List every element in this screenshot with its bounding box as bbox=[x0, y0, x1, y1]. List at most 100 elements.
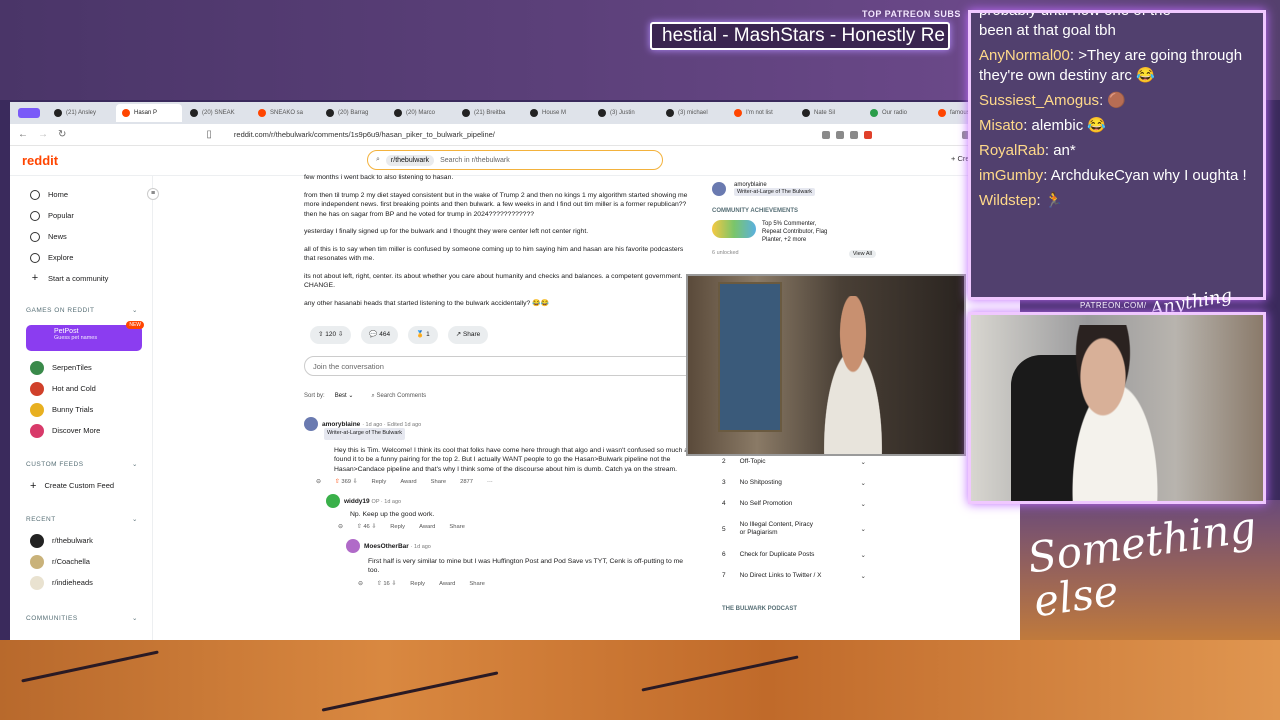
tab-active[interactable]: Hasan P bbox=[116, 104, 182, 122]
comment-author[interactable]: MoesOtherBar bbox=[364, 542, 409, 549]
poster-image bbox=[718, 282, 782, 432]
chat-message: Wildstep: 🏃 bbox=[979, 192, 1064, 209]
join-conversation-input[interactable]: Join the conversation bbox=[304, 355, 696, 376]
recent-thebulwark[interactable]: r/thebulwark bbox=[10, 530, 152, 551]
sidebar-item-popular[interactable]: Popular bbox=[10, 205, 152, 226]
vote-control[interactable]: ⇧ 369 ⇩ bbox=[335, 478, 358, 488]
tab[interactable]: (21) Breitba bbox=[456, 104, 522, 122]
share-button[interactable]: ↗ Share bbox=[447, 326, 489, 344]
achievement-badges-icon bbox=[712, 220, 756, 238]
collapse-icon[interactable]: ⊖ bbox=[316, 478, 321, 488]
recent-header[interactable]: RECENT ⌄ bbox=[10, 508, 152, 530]
sidebar-item-start-community[interactable]: + Start a community bbox=[10, 268, 152, 289]
sort-dropdown[interactable]: Best ⌄ bbox=[335, 392, 354, 402]
sidebar-item-news[interactable]: News bbox=[10, 226, 152, 247]
back-icon[interactable]: ← bbox=[18, 129, 28, 140]
collapse-sidebar-icon[interactable]: ≡ bbox=[147, 188, 159, 200]
award-button[interactable]: Award bbox=[439, 580, 455, 590]
tab[interactable]: famous bbox=[932, 104, 972, 122]
comments-button[interactable]: 💬 464 bbox=[361, 326, 399, 344]
tab[interactable]: (20) Marco bbox=[388, 104, 454, 122]
collapse-icon[interactable]: ⊖ bbox=[358, 580, 363, 590]
comment-extra-count: 2877 bbox=[460, 479, 474, 485]
tab[interactable]: (21) Ansley bbox=[48, 104, 114, 122]
vote-control[interactable]: ⇧ 46 ⇩ bbox=[357, 523, 376, 533]
discover-more[interactable]: Discover More bbox=[10, 420, 152, 441]
reload-icon[interactable]: ↻ bbox=[58, 129, 66, 140]
vote-control[interactable]: ⇧ 120 ⇩ bbox=[310, 326, 352, 344]
avatar[interactable] bbox=[304, 417, 318, 431]
comment-meta: · 1d ago · Edited 1d ago bbox=[362, 421, 422, 428]
comment-author[interactable]: widdy19 bbox=[344, 497, 370, 504]
extension-icon[interactable] bbox=[822, 130, 830, 139]
tab-group-icon[interactable] bbox=[18, 108, 40, 118]
comment-reply: widdy19 OP · 1d ago Np. Keep up the good… bbox=[326, 493, 696, 533]
game-serpentiles[interactable]: SerpenTiles bbox=[10, 357, 152, 378]
site-icon bbox=[870, 109, 878, 117]
avatar[interactable] bbox=[712, 182, 726, 196]
avatar[interactable] bbox=[326, 493, 340, 508]
tab[interactable]: Our radio bbox=[864, 104, 930, 122]
reddit-logo[interactable]: reddit bbox=[22, 153, 58, 168]
rule-item[interactable]: 6 Check for Duplicate Posts ⌄ bbox=[710, 544, 880, 565]
reddit-search[interactable]: ⌕ r/thebulwark Search in r/thebulwark bbox=[367, 150, 663, 170]
sidebar-item-explore[interactable]: Explore bbox=[10, 247, 152, 268]
forward-icon[interactable]: → bbox=[38, 129, 48, 140]
x-icon bbox=[394, 109, 402, 117]
search-comments[interactable]: ⌕ Search Comments bbox=[371, 392, 426, 402]
comment-author[interactable]: amoryblaine bbox=[322, 421, 360, 428]
rule-item[interactable]: 5 No Illegal Content, Piracy or Plagiaris… bbox=[710, 514, 880, 544]
collapse-icon[interactable]: ⊖ bbox=[338, 523, 343, 533]
rule-item[interactable]: 7 No Direct Links to Twitter / X ⌄ bbox=[710, 565, 880, 586]
tab[interactable]: Nate Sil bbox=[796, 104, 862, 122]
share-button[interactable]: Share bbox=[431, 478, 446, 488]
reply-button[interactable]: Reply bbox=[410, 580, 425, 590]
share-button[interactable]: Share bbox=[469, 580, 484, 590]
create-custom-feed[interactable]: + Create Custom Feed bbox=[10, 475, 152, 496]
tab[interactable]: (3) Justin bbox=[592, 104, 658, 122]
communities-header[interactable]: COMMUNITIES ⌄ bbox=[10, 607, 152, 629]
vote-control[interactable]: ⇧ 16 ⇩ bbox=[377, 580, 396, 590]
custom-feeds-header[interactable]: CUSTOM FEEDS ⌄ bbox=[10, 453, 152, 475]
reply-button[interactable]: Reply bbox=[371, 478, 386, 488]
recent-indieheads[interactable]: r/indieheads bbox=[10, 572, 152, 593]
comment-body: First half is very similar to mine but I… bbox=[368, 557, 684, 575]
serpentiles-icon bbox=[30, 360, 44, 375]
plus-icon: + bbox=[30, 479, 37, 492]
game-bunny-trials[interactable]: Bunny Trials bbox=[10, 399, 152, 420]
share-button[interactable]: Share bbox=[449, 523, 464, 533]
tab[interactable]: I'm not list bbox=[728, 104, 794, 122]
explore-icon bbox=[30, 252, 40, 263]
award-button[interactable]: Award bbox=[419, 523, 435, 533]
petpost-game[interactable]: PetPost Guess pet names NEW bbox=[26, 321, 144, 351]
person-silhouette bbox=[1061, 325, 1181, 501]
extension-icon[interactable] bbox=[850, 130, 858, 139]
reply-button[interactable]: Reply bbox=[390, 523, 405, 533]
tab[interactable]: (3) michael bbox=[660, 104, 726, 122]
rule-item[interactable]: 4 No Self Promotion ⌄ bbox=[710, 493, 880, 514]
award-button[interactable]: 🏅 1 bbox=[408, 326, 438, 344]
games-section-header[interactable]: GAMES ON REDDIT ⌄ bbox=[10, 299, 152, 321]
search-scope-chip[interactable]: r/thebulwark bbox=[385, 154, 435, 166]
tab[interactable]: SNEAKO sa bbox=[252, 104, 318, 122]
chevron-down-icon: ⌄ bbox=[860, 526, 866, 533]
recent-coachella[interactable]: r/Coachella bbox=[10, 551, 152, 572]
more-icon[interactable]: ··· bbox=[487, 478, 493, 488]
x-icon bbox=[326, 109, 334, 117]
petpost-label: PetPost bbox=[54, 328, 79, 335]
tab[interactable]: (20) SNEAK bbox=[184, 104, 250, 122]
achievements-row[interactable]: Top 5% Commenter, Repeat Contributor, Fl… bbox=[712, 220, 880, 244]
extension-icon[interactable] bbox=[836, 130, 844, 139]
avatar[interactable] bbox=[346, 538, 360, 553]
tab[interactable]: House M bbox=[524, 104, 590, 122]
extension-icon[interactable] bbox=[864, 130, 872, 139]
bookmark-icon[interactable]: ▯ bbox=[206, 129, 212, 140]
game-hot-and-cold[interactable]: Hot and Cold bbox=[10, 378, 152, 399]
view-all-button[interactable]: View All bbox=[848, 250, 876, 258]
award-button[interactable]: Award bbox=[400, 478, 416, 488]
sidebar-item-home[interactable]: Home bbox=[10, 184, 152, 205]
tab[interactable]: (20) Barrag bbox=[320, 104, 386, 122]
rule-item[interactable]: 3 No Shitposting ⌄ bbox=[710, 472, 880, 493]
url-field[interactable]: reddit.com/r/thebulwark/comments/1s9p6u9… bbox=[234, 130, 806, 139]
chat-message: Misato: alembic 😂 bbox=[979, 117, 1107, 134]
